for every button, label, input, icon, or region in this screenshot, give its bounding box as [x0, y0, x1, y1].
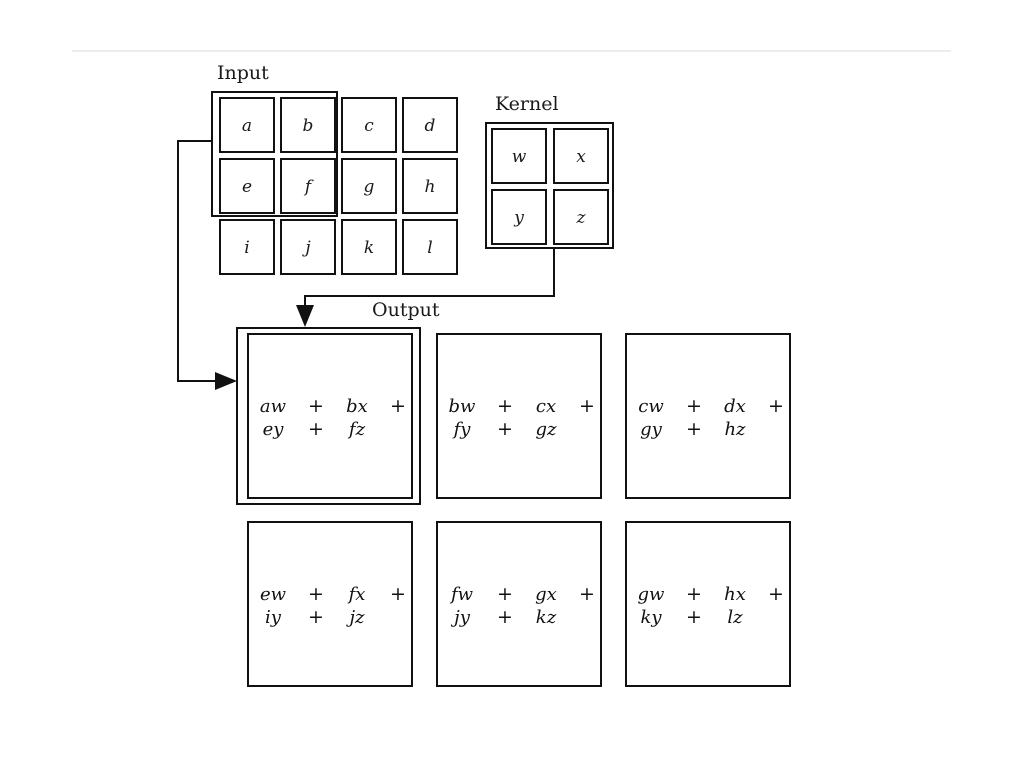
- input-cell-label: b: [303, 116, 314, 136]
- output-plus-sign: +: [390, 395, 406, 417]
- output-plus-sign: +: [686, 583, 702, 605]
- output-plus-sign: +: [579, 583, 595, 605]
- output-plus-sign: +: [686, 606, 702, 628]
- input-title: Input: [217, 62, 269, 84]
- output-term: fw: [449, 584, 474, 605]
- input-cell-label: c: [364, 116, 374, 136]
- output-term: aw: [260, 396, 287, 417]
- output-grid: aw bxey fz+ ++bw cxfy gz+ ++cw dxgy hz+ ++ew fxiy j…: [247, 333, 791, 687]
- output-term: iy: [265, 607, 282, 628]
- kernel-grid: w x y z: [491, 128, 609, 245]
- diagram-canvas: Input Kernel Output a b c de f g hi j k l w xy z aw…: [72, 50, 951, 687]
- output-plus-sign: +: [768, 583, 784, 605]
- input-cell-label: e: [242, 177, 252, 197]
- output-plus-sign: +: [308, 583, 324, 605]
- input-cell-label: i: [244, 238, 249, 258]
- output-plus-sign: +: [308, 606, 324, 628]
- output-plus-sign: +: [497, 418, 513, 440]
- output-plus-sign: +: [686, 395, 702, 417]
- kernel-cell-label: w: [512, 147, 527, 167]
- output-term: dx: [724, 396, 746, 417]
- output-plus-sign: +: [308, 418, 324, 440]
- kernel-cell-label: x: [576, 147, 586, 167]
- output-term: fy: [452, 419, 472, 440]
- output-term: ky: [640, 607, 662, 628]
- output-term: fz: [347, 419, 366, 440]
- input-cell-label: h: [425, 177, 436, 197]
- kernel-cell-label: z: [576, 208, 587, 228]
- output-term: ew: [260, 584, 287, 605]
- output-plus-sign: +: [390, 583, 406, 605]
- input-cell-label: d: [425, 116, 436, 136]
- output-term: lz: [727, 607, 743, 628]
- input-cell-label: k: [364, 238, 374, 258]
- output-term: hz: [724, 419, 746, 440]
- input-cell-label: g: [364, 177, 375, 197]
- output-term: fx: [347, 584, 366, 605]
- output-term: gw: [638, 584, 666, 605]
- output-plus-sign: +: [497, 606, 513, 628]
- output-term: cx: [536, 396, 556, 417]
- output-plus-sign: +: [308, 395, 324, 417]
- output-term: jy: [450, 607, 471, 628]
- output-term: gy: [640, 419, 663, 440]
- input-to-output-arrowhead: [215, 372, 237, 390]
- input-to-output-connector: [177, 140, 216, 382]
- output-title: Output: [372, 299, 440, 321]
- output-term: cw: [638, 396, 664, 417]
- output-term: ey: [263, 419, 285, 440]
- output-plus-sign: +: [497, 583, 513, 605]
- convolution-diagram: Input Kernel Output abcdefghijkl wxyz aw…: [0, 0, 1024, 768]
- output-term: hx: [724, 584, 746, 605]
- kernel-cell-label: y: [513, 208, 524, 228]
- output-term: gz: [535, 419, 557, 440]
- output-plus-sign: +: [497, 395, 513, 417]
- output-term: bw: [449, 396, 477, 417]
- output-plus-sign: +: [579, 395, 595, 417]
- output-term: bx: [346, 396, 368, 417]
- output-term: gx: [535, 584, 557, 605]
- input-cell-label: a: [242, 116, 252, 136]
- kernel-to-output-arrowhead: [296, 305, 314, 327]
- output-plus-sign: +: [768, 395, 784, 417]
- output-plus-sign: +: [686, 418, 702, 440]
- kernel-title: Kernel: [495, 93, 559, 115]
- input-cell-label: l: [427, 238, 432, 258]
- output-term: kz: [536, 607, 557, 628]
- input-grid: a b c de f g hi j k l: [219, 97, 458, 275]
